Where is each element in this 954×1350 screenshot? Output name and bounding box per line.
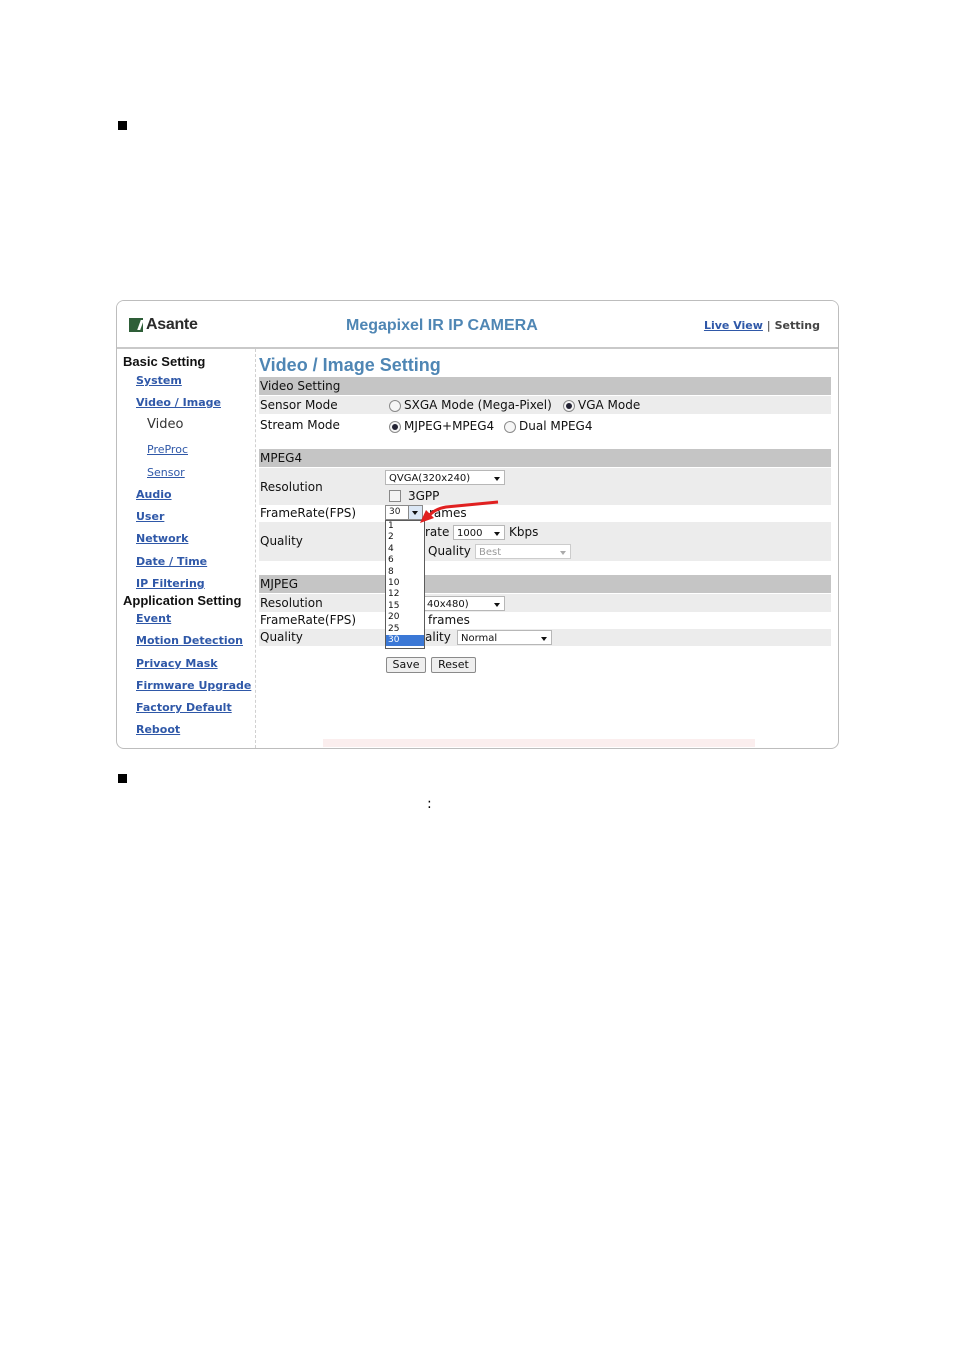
- sensor-mode-row: Sensor Mode SXGA Mode (Mega-Pixel) VGA M…: [259, 396, 831, 414]
- sidebar-item-video[interactable]: Video: [147, 417, 183, 432]
- mjpeg-resolution-value: 40x480): [427, 599, 469, 610]
- threegpp-checkbox[interactable]: [389, 490, 401, 502]
- mjpeg-framerate-row: FrameRate(FPS) frames: [259, 612, 831, 629]
- sidebar-item-network[interactable]: Network: [136, 532, 188, 545]
- mpeg4-framerate-label: FrameRate(FPS): [260, 506, 357, 520]
- stream-mode-label: Stream Mode: [260, 418, 340, 432]
- mjpeg-mpeg4-radio[interactable]: [389, 420, 401, 433]
- application-setting-heading: Application Setting: [123, 593, 242, 608]
- reset-button[interactable]: Reset: [431, 657, 476, 673]
- sidebar-item-date-time[interactable]: Date / Time: [136, 555, 207, 568]
- mjpeg-mpeg4-option[interactable]: MJPEG+MPEG4: [389, 419, 494, 433]
- red-arrow-annotation: [420, 500, 499, 523]
- framerate-option[interactable]: 25: [386, 624, 424, 635]
- setting-link[interactable]: Setting: [775, 319, 820, 332]
- vga-label: VGA Mode: [578, 398, 641, 412]
- mjpeg-quality-select[interactable]: Normal: [457, 630, 552, 645]
- sxga-label: SXGA Mode (Mega-Pixel): [404, 398, 552, 412]
- framerate-value: 30: [389, 507, 401, 517]
- chevron-down-icon: [494, 477, 500, 481]
- dual-mpeg4-option[interactable]: Dual MPEG4: [504, 419, 592, 433]
- mpeg4-resolution-select[interactable]: QVGA(320x240): [385, 470, 505, 485]
- framerate-dropdown-list[interactable]: 1 2 4 6 8 10 12 15 20 25 30: [385, 520, 425, 649]
- bullet-square-top: [118, 121, 127, 130]
- mjpeg-resolution-row: Resolution 40x480): [259, 594, 831, 612]
- colon-text: :: [427, 796, 432, 812]
- vga-mode-option[interactable]: VGA Mode: [563, 398, 640, 412]
- mpeg4-resolution-label: Resolution: [260, 480, 323, 494]
- sidebar-item-event[interactable]: Event: [136, 612, 171, 625]
- chevron-down-icon: [494, 603, 500, 607]
- mpeg4-quality-value: Best: [479, 547, 502, 558]
- mjpeg-quality-label: Quality: [260, 630, 303, 644]
- mjpeg-resolution-label: Resolution: [260, 596, 323, 610]
- mjpeg-quality-sub-label: ality: [425, 630, 451, 644]
- sidebar-item-system[interactable]: System: [136, 374, 182, 387]
- mpeg4-quality-sub-label: Quality: [428, 544, 471, 558]
- app-title: Megapixel IR IP CAMERA: [346, 317, 538, 334]
- mjpeg-framerate-label: FrameRate(FPS): [260, 613, 357, 627]
- mpeg4-quality-label: Quality: [260, 534, 303, 548]
- mjpeg-quality-value: Normal: [461, 633, 498, 644]
- page-title: Video / Image Setting: [259, 355, 441, 375]
- sidebar-item-preproc[interactable]: PreProc: [147, 443, 188, 456]
- sidebar-item-factory-default[interactable]: Factory Default: [136, 701, 232, 714]
- framerate-option[interactable]: 6: [386, 555, 424, 566]
- sidebar-item-firmware-upgrade[interactable]: Firmware Upgrade: [136, 679, 251, 692]
- asante-logo-icon: [129, 318, 143, 332]
- sidebar-item-video-image[interactable]: Video / Image: [136, 396, 221, 409]
- save-button[interactable]: Save: [386, 657, 426, 673]
- sidebar-item-sensor[interactable]: Sensor: [147, 466, 185, 479]
- framerate-option[interactable]: 4: [386, 544, 424, 555]
- mpeg4-bar: MPEG4: [259, 449, 831, 467]
- chevron-down-icon: [560, 551, 566, 555]
- sensor-mode-label: Sensor Mode: [260, 398, 338, 412]
- bullet-square-bottom: [118, 774, 127, 783]
- dual-mpeg4-radio[interactable]: [504, 420, 516, 433]
- basic-setting-heading: Basic Setting: [123, 354, 206, 369]
- vga-radio[interactable]: [563, 399, 575, 412]
- header: Asante Megapixel IR IP CAMERA Live View |…: [117, 301, 838, 349]
- nav-separator: |: [766, 319, 771, 332]
- framerate-option[interactable]: 12: [386, 589, 424, 600]
- sxga-mode-option[interactable]: SXGA Mode (Mega-Pixel): [389, 398, 552, 412]
- sidebar-item-user[interactable]: User: [136, 510, 164, 523]
- chevron-down-icon: [541, 637, 547, 641]
- sidebar: Basic Setting System Video / Image Video…: [117, 349, 256, 748]
- sxga-radio[interactable]: [389, 399, 401, 412]
- framerate-option[interactable]: 30: [386, 634, 424, 647]
- mjpeg-bar: MJPEG: [259, 575, 831, 593]
- sidebar-item-privacy-mask[interactable]: Privacy Mask: [136, 657, 218, 670]
- framerate-option[interactable]: 8: [386, 567, 424, 578]
- framerate-option[interactable]: 15: [386, 601, 424, 612]
- footer-stripe: [323, 739, 755, 747]
- framerate-option[interactable]: 10: [386, 578, 424, 589]
- stream-mode-row: Stream Mode MJPEG+MPEG4 Dual MPEG4: [259, 416, 831, 436]
- sidebar-item-reboot[interactable]: Reboot: [136, 723, 180, 736]
- framerate-option[interactable]: 20: [386, 612, 424, 623]
- sidebar-item-ip-filtering[interactable]: IP Filtering: [136, 577, 205, 590]
- brand-logo: Asante: [129, 315, 198, 335]
- mjpeg-mpeg4-label: MJPEG+MPEG4: [404, 419, 495, 433]
- logo-text: Asante: [146, 316, 198, 333]
- top-nav: Live View | Setting: [704, 319, 820, 332]
- video-setting-bar: Video Setting: [259, 377, 831, 395]
- mjpeg-resolution-select[interactable]: 40x480): [423, 596, 505, 611]
- live-view-link[interactable]: Live View: [704, 319, 763, 332]
- mjpeg-quality-row: Quality ality Normal: [259, 629, 831, 646]
- mpeg4-resolution-value: QVGA(320x240): [389, 473, 471, 484]
- dual-mpeg4-label: Dual MPEG4: [519, 419, 593, 433]
- sidebar-item-motion-detection[interactable]: Motion Detection: [136, 634, 243, 647]
- sidebar-item-audio[interactable]: Audio: [136, 488, 172, 501]
- mjpeg-frames-text: frames: [428, 613, 470, 627]
- mpeg4-quality-select[interactable]: Best: [475, 544, 571, 559]
